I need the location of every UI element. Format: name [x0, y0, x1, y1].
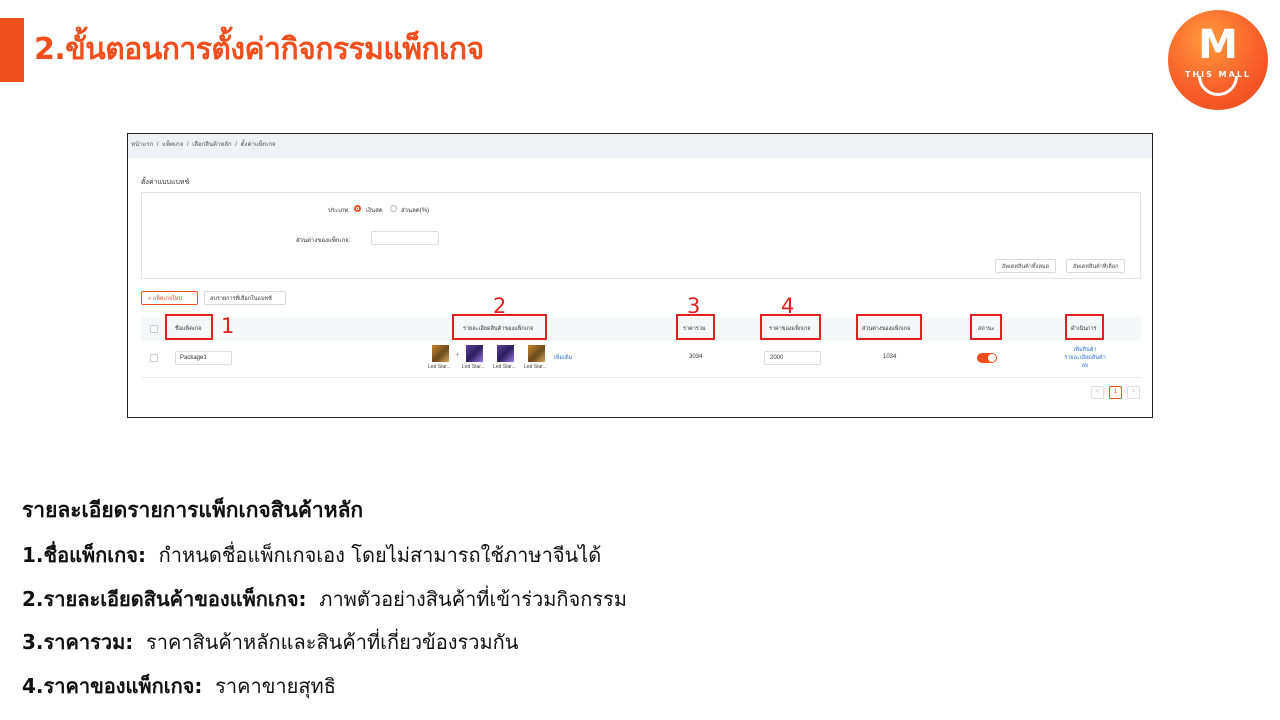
logo-letter: M: [1198, 22, 1238, 68]
detail-text: ราคาสินค้าหลักและสินค้าที่เกี่ยวข้องรวมก…: [145, 630, 519, 654]
difference-cell: 1034: [883, 354, 897, 360]
product-details-link[interactable]: รายละเอียดสินค้า: [1055, 354, 1115, 362]
more-products-link[interactable]: เพิ่มเติม: [554, 354, 572, 362]
details-heading: รายละเอียดรายการแพ็กเกจสินค้าหลัก: [22, 498, 364, 522]
breadcrumb: หน้าแรก / แพ็คเกจ / เลือกสินค้าหลัก / ตั…: [128, 134, 1152, 158]
title-accent-bar: [0, 18, 24, 82]
breadcrumb-home[interactable]: หน้าแรก: [131, 142, 153, 148]
detail-item-2: 2.รายละเอียดสินค้าของแพ็กเกจ: ภาพตัวอย่า…: [22, 583, 627, 615]
radio-cash[interactable]: [354, 205, 361, 212]
select-all-checkbox[interactable]: [150, 325, 158, 333]
this-mall-logo: M THIS MALL: [1168, 10, 1268, 110]
row-checkbox[interactable]: [150, 354, 158, 362]
product-thumbnail: [432, 345, 449, 362]
annotation-box-difference: [856, 314, 922, 340]
detail-label: 2.รายละเอียดสินค้าของแพ็กเกจ:: [22, 587, 307, 611]
breadcrumb-current: ตั้งค่าแพ็กเกจ: [240, 142, 276, 148]
product-caption: Led Star...: [493, 364, 516, 370]
total-price-cell: 3034: [689, 354, 703, 360]
package-name-input[interactable]: Package1: [175, 351, 232, 365]
breadcrumb-select-main[interactable]: เลือกสินค้าหลัก: [192, 142, 231, 148]
product-thumbnail: [528, 345, 545, 362]
breadcrumb-sep: /: [186, 142, 189, 148]
product-caption: Led Star...: [462, 364, 485, 370]
update-selected-button[interactable]: อัพเดทสินค้าที่เลือก: [1066, 259, 1126, 273]
add-package-button[interactable]: + แพ็คเกจใหม่: [141, 291, 198, 305]
type-label: ประเภท:: [328, 208, 350, 214]
annotation-number-1: 1: [221, 314, 235, 338]
breadcrumb-sep: /: [235, 142, 237, 148]
diff-label: ส่วนต่างของแพ็กเกจ:: [296, 238, 351, 244]
diff-input[interactable]: [371, 231, 439, 245]
annotation-box-actions: [1065, 314, 1104, 340]
delete-link[interactable]: ลบ: [1055, 362, 1115, 370]
row-divider: [141, 377, 1141, 378]
detail-label: 3.ราคารวม:: [22, 630, 134, 654]
pager-current[interactable]: 1: [1109, 386, 1122, 399]
radio-percent[interactable]: [390, 205, 397, 212]
radio-percent-label: ส่วนลด(%): [401, 208, 430, 214]
package-price-input[interactable]: 2000: [764, 351, 821, 365]
annotation-number-4: 4: [781, 294, 795, 318]
detail-label: 1.ชื่อแพ็กเกจ:: [22, 543, 146, 567]
product-thumbnail: [466, 345, 483, 362]
annotation-number-3: 3: [687, 294, 701, 318]
logo-smile-icon: [1198, 76, 1238, 96]
pager-prev[interactable]: <: [1091, 386, 1104, 399]
detail-text: กำหนดชื่อแพ็กเกจเอง โดยไม่สามารถใช้ภาษาจ…: [158, 543, 602, 567]
annotation-box-status: [970, 314, 1002, 340]
product-caption: Led Star...: [428, 364, 451, 370]
slide-title: 2.ขั้นตอนการตั้งค่ากิจกรรมแพ็กเกจ: [34, 32, 484, 67]
delete-selected-button[interactable]: ลบรายการที่เลือกในแบทช์: [204, 291, 286, 305]
update-all-button[interactable]: อัพเดทสินค้าทั้งหมด: [995, 259, 1057, 273]
detail-text: ราคาขายสุทธิ: [215, 674, 336, 698]
batch-settings-form: ประเภท: เงินสด ส่วนลด(%) ส่วนต่างของแพ็ก…: [141, 192, 1141, 279]
detail-label: 4.ราคาของแพ็กเกจ:: [22, 674, 203, 698]
product-caption: Led Star...: [524, 364, 547, 370]
breadcrumb-packages[interactable]: แพ็คเกจ: [162, 142, 183, 148]
detail-text: ภาพตัวอย่างสินค้าที่เข้าร่วมกิจกรรม: [319, 587, 627, 611]
add-product-link[interactable]: เพิ่มสินค้า: [1055, 346, 1115, 354]
status-toggle[interactable]: [977, 353, 997, 363]
breadcrumb-sep: /: [156, 142, 159, 148]
product-thumbnail: [497, 345, 514, 362]
annotation-number-2: 2: [493, 294, 507, 318]
detail-item-3: 3.ราคารวม: ราคาสินค้าหลักและสินค้าที่เกี…: [22, 626, 518, 658]
plus-icon: +: [455, 350, 460, 359]
detail-item-4: 4.ราคาของแพ็กเกจ: ราคาขายสุทธิ: [22, 670, 336, 702]
annotation-box-package-name: [165, 314, 213, 340]
radio-cash-label: เงินสด: [366, 208, 383, 214]
embedded-screenshot: หน้าแรก / แพ็คเกจ / เลือกสินค้าหลัก / ตั…: [127, 133, 1153, 418]
pager-next[interactable]: >: [1127, 386, 1140, 399]
batch-settings-title: ตั้งค่าแบบแบทช์: [141, 179, 190, 186]
detail-item-1: 1.ชื่อแพ็กเกจ: กำหนดชื่อแพ็กเกจเอง โดยไม…: [22, 539, 601, 571]
